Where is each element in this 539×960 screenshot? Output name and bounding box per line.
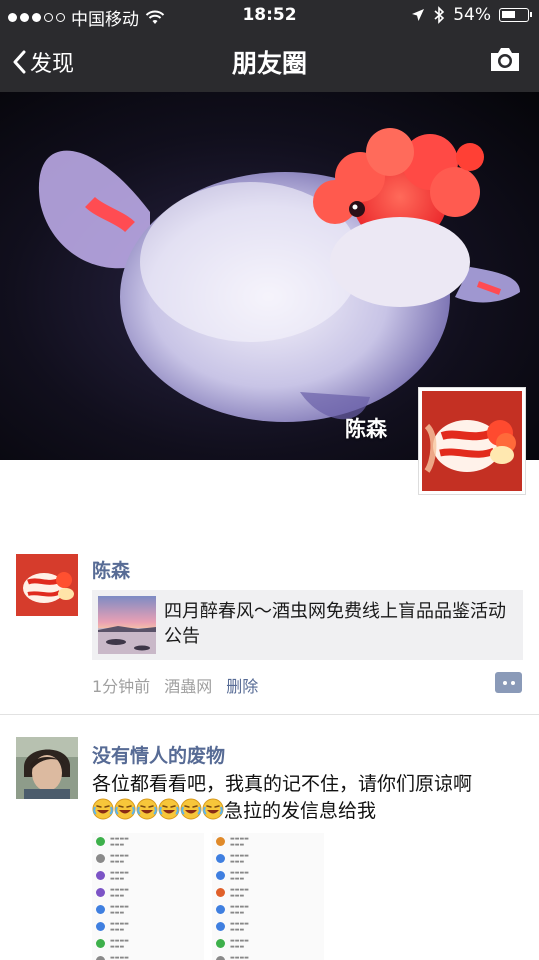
battery-icon xyxy=(499,8,532,22)
post-author-avatar[interactable] xyxy=(16,737,78,799)
bluetooth-icon xyxy=(434,6,445,24)
laughing-tears-emoji-icon xyxy=(158,798,180,820)
post-image-1[interactable]: ▬▬▬▬ ▬▬▬ ▬▬▬▬ ▬▬▬ ▬▬▬▬ ▬▬▬ ▬▬▬▬ ▬▬▬ ▬▬▬▬ ▬▬▬ ▬▬▬▬ ▬… xyxy=(92,833,204,960)
thumbnail-list-row: ▬▬▬▬▬▬▬ xyxy=(92,833,204,850)
status-bar: 中国移动 18:52 54% xyxy=(0,0,539,30)
location-arrow-icon xyxy=(412,9,425,21)
thumbnail-list-row: ▬▬▬▬▬▬▬ xyxy=(92,935,204,952)
delete-button[interactable]: 删除 xyxy=(226,673,258,697)
thumbnail-list-row: ▬▬▬▬▬▬▬ xyxy=(212,850,324,867)
battery-percent: 54% xyxy=(453,5,491,25)
laughing-tears-emoji-icon xyxy=(202,798,224,820)
thumbnail-list-row: ▬▬▬▬▬▬▬ xyxy=(92,884,204,901)
laughing-tears-emoji-row xyxy=(92,798,224,822)
thumbnail-list-row: ▬▬▬▬▬▬▬ xyxy=(92,901,204,918)
comment-menu-button[interactable] xyxy=(495,672,522,693)
post-image-2[interactable]: ▬▬▬▬ ▬▬▬ ▬▬▬▬ ▬▬▬ ▬▬▬▬ ▬▬▬ ▬▬▬▬ ▬▬▬ ▬▬▬▬ ▬▬▬ ▬▬▬▬ ▬… xyxy=(212,833,324,960)
thumbnail-list-row: ▬▬▬▬▬▬▬ xyxy=(92,952,204,960)
post-meta: 1分钟前 酒蟲网 删除 xyxy=(92,673,258,697)
laughing-tears-emoji-icon xyxy=(180,798,202,820)
post-text-main: 各位都看看吧，我真的记不住，请你们原谅啊 xyxy=(92,773,473,795)
goldfish-avatar-image xyxy=(16,554,78,616)
post-source[interactable]: 酒蟲网 xyxy=(164,673,212,697)
camera-button[interactable] xyxy=(489,46,521,77)
thumbnail-list-row: ▬▬▬▬▬▬▬ xyxy=(212,867,324,884)
owner-avatar[interactable] xyxy=(418,387,526,495)
post-text: 各位都看看吧，我真的记不住，请你们原谅啊急拉的发信息给我 xyxy=(92,771,492,825)
laughing-tears-emoji-icon xyxy=(92,798,114,820)
shared-link-card[interactable]: 四月醉春风～酒虫网免费线上盲品品鉴活动公告 xyxy=(92,590,523,660)
navigation-bar: 发现 朋友圈 xyxy=(0,30,539,92)
thumbnail-list-row: ▬▬▬▬▬▬▬ xyxy=(212,918,324,935)
post-author-avatar[interactable] xyxy=(16,554,78,616)
sunset-sea-image xyxy=(98,596,156,654)
post-author-name[interactable]: 没有情人的废物 xyxy=(92,741,225,768)
thumbnail-list-row: ▬▬▬▬▬▬▬ xyxy=(92,850,204,867)
camera-icon xyxy=(491,48,519,71)
page-title: 朋友圈 xyxy=(231,49,307,78)
thumbnail-list-row: ▬▬▬▬▬▬▬ xyxy=(212,901,324,918)
cover-owner-name[interactable]: 陈森 xyxy=(345,413,387,443)
goldfish-avatar-image xyxy=(422,391,522,491)
link-title: 四月醉春风～酒虫网免费线上盲品品鉴活动公告 xyxy=(164,601,506,647)
thumbnail-list-row: ▬▬▬▬▬▬▬ xyxy=(212,935,324,952)
link-thumbnail xyxy=(98,596,156,654)
laughing-tears-emoji-icon xyxy=(114,798,136,820)
person-avatar-image xyxy=(16,737,78,799)
thumbnail-list-row: ▬▬▬▬▬▬▬ xyxy=(212,884,324,901)
post-text-tail: 急拉的发信息给我 xyxy=(224,800,377,822)
thumbnail-list-row: ▬▬▬▬▬▬▬ xyxy=(212,952,324,960)
thumbnail-list-row: ▬▬▬▬▬▬▬ xyxy=(212,833,324,850)
thumbnail-list-row: ▬▬▬▬▬▬▬ xyxy=(92,867,204,884)
post-time: 1分钟前 xyxy=(92,677,151,696)
status-right: 54% xyxy=(411,5,532,25)
thumbnail-list-row: ▬▬▬▬▬▬▬ xyxy=(92,918,204,935)
laughing-tears-emoji-icon xyxy=(136,798,158,820)
post-author-name[interactable]: 陈森 xyxy=(92,556,130,583)
post-divider xyxy=(0,714,539,715)
